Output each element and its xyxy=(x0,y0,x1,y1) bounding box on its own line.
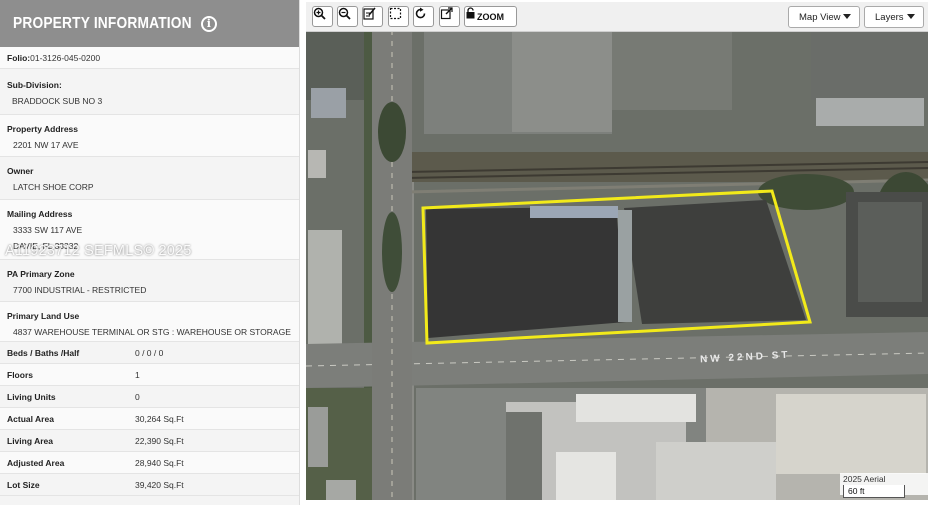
beds-value: 0 / 0 / 0 xyxy=(135,347,164,358)
map-toolbar: ZOOM Map View Layers xyxy=(306,2,928,32)
mailing-address-line1: 3333 SW 117 AVE xyxy=(13,225,83,235)
folio-row: Folio: 01-3126-045-0200 xyxy=(0,47,299,69)
mailing-address-label: Mailing Address xyxy=(7,209,73,219)
scale-bar: 60 ft xyxy=(843,485,905,498)
actual-area-label: Actual Area xyxy=(7,413,54,424)
aerial-map[interactable]: ZOOM Map View Layers NW 22ND ST 2025 Aer… xyxy=(306,2,928,500)
adjusted-area-row: Adjusted Area 28,940 Sq.Ft xyxy=(0,452,299,474)
living-area-label: Living Area xyxy=(7,435,53,446)
external-link-icon[interactable] xyxy=(439,6,460,27)
beds-label: Beds / Baths /Half xyxy=(7,347,80,358)
layers-label: Layers xyxy=(875,11,904,23)
pa-zone-label: PA Primary Zone xyxy=(7,269,75,279)
subdivision-value: BRADDOCK SUB NO 3 xyxy=(12,96,103,106)
property-address-label: Property Address xyxy=(7,124,79,134)
land-use-value: 4837 WAREHOUSE TERMINAL OR STG : WAREHOU… xyxy=(13,327,291,337)
owner-label: Owner xyxy=(7,166,34,176)
zoom-out-icon[interactable] xyxy=(337,6,358,27)
select-box-icon[interactable] xyxy=(388,6,409,27)
panel-title: PROPERTY INFORMATION xyxy=(13,14,192,32)
land-use-row: Primary Land Use 4837 WAREHOUSE TERMINAL… xyxy=(0,302,299,342)
info-icon[interactable]: i xyxy=(200,15,217,32)
living-area-value: 22,390 Sq.Ft xyxy=(135,435,184,446)
chevron-down-icon xyxy=(907,14,915,19)
refresh-icon[interactable] xyxy=(413,6,434,27)
owner-row: Owner LATCH SHOE CORP xyxy=(0,157,299,200)
lot-size-row: Lot Size 39,420 Sq.Ft xyxy=(0,474,299,496)
panel-header: PROPERTY INFORMATION i xyxy=(0,0,299,47)
folio-label: Folio: xyxy=(7,52,31,63)
lot-size-label: Lot Size xyxy=(7,479,40,490)
map-view-label: Map View xyxy=(799,11,841,23)
subdivision-label: Sub-Division: xyxy=(7,80,62,90)
pa-zone-row: PA Primary Zone 7700 INDUSTRIAL - RESTRI… xyxy=(0,260,299,302)
living-units-row: Living Units 0 xyxy=(0,386,299,408)
property-address-row: Property Address 2201 NW 17 AVE xyxy=(0,115,299,157)
subdivision-row: Sub-Division: BRADDOCK SUB NO 3 xyxy=(0,69,299,115)
actual-area-row: Actual Area 30,264 Sq.Ft xyxy=(0,408,299,430)
floors-row: Floors 1 xyxy=(0,364,299,386)
adjusted-area-label: Adjusted Area xyxy=(7,457,65,468)
aerial-imagery xyxy=(306,2,928,500)
zoom-button[interactable]: ZOOM xyxy=(464,6,517,27)
layers-dropdown[interactable]: Layers xyxy=(864,6,924,28)
adjusted-area-value: 28,940 Sq.Ft xyxy=(135,457,184,468)
living-area-row: Living Area 22,390 Sq.Ft xyxy=(0,430,299,452)
land-use-label: Primary Land Use xyxy=(7,311,80,321)
floors-value: 1 xyxy=(135,369,140,380)
chevron-down-icon xyxy=(843,14,851,19)
lot-size-value: 39,420 Sq.Ft xyxy=(135,479,184,490)
pa-zone-value: 7700 INDUSTRIAL - RESTRICTED xyxy=(13,285,147,295)
mls-watermark: A11923712 SEFMLS© 2025 xyxy=(5,243,192,259)
zoom-in-icon[interactable] xyxy=(312,6,333,27)
zoom-label: ZOOM xyxy=(477,11,504,22)
lock-icon xyxy=(466,7,475,19)
map-view-dropdown[interactable]: Map View xyxy=(788,6,860,28)
actual-area-value: 30,264 Sq.Ft xyxy=(135,413,184,424)
living-units-label: Living Units xyxy=(7,391,56,402)
edit-icon[interactable] xyxy=(362,6,383,27)
property-address-value: 2201 NW 17 AVE xyxy=(13,140,79,150)
floors-label: Floors xyxy=(7,369,33,380)
owner-value: LATCH SHOE CORP xyxy=(13,182,94,192)
beds-row: Beds / Baths /Half 0 / 0 / 0 xyxy=(0,342,299,364)
folio-value: 01-3126-045-0200 xyxy=(30,52,101,63)
living-units-value: 0 xyxy=(135,391,140,402)
